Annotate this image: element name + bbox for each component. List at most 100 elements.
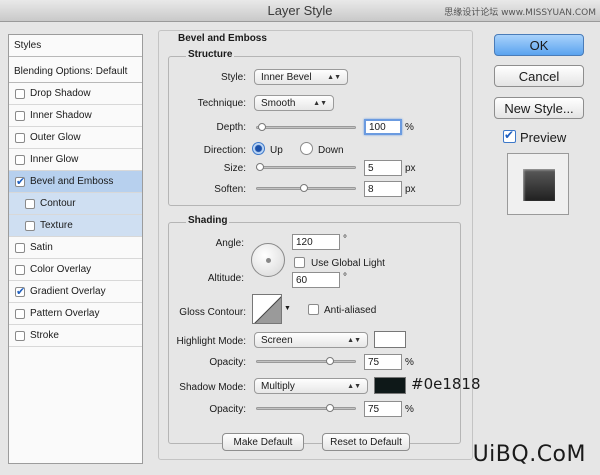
contour-curve-icon [254,296,281,323]
shadow-color-swatch[interactable] [374,377,406,394]
styles-header[interactable]: Styles [9,35,142,57]
direction-down-label[interactable]: Down [318,145,344,156]
style-item-label: Stroke [30,330,59,341]
blending-options-item[interactable]: Blending Options: Default [9,61,142,83]
soften-label: Soften: [214,184,246,195]
preview-thumbnail [507,153,569,215]
style-item-label: Inner Shadow [30,110,92,121]
depth-field[interactable]: 100 [364,119,402,135]
shadow-opacity-unit: % [405,404,414,415]
shadow-mode-popup[interactable]: Multiply ▲▼ [254,378,368,394]
highlight-opacity-thumb[interactable] [326,357,334,365]
style-item-checkbox[interactable] [15,88,25,99]
styles-list: Styles Blending Options: Default Drop Sh… [8,34,143,464]
new-style-button[interactable]: New Style... [494,97,584,119]
size-slider-thumb[interactable] [256,163,264,171]
shadow-opacity-slider[interactable] [256,407,356,410]
shadow-opacity-field[interactable]: 75 [364,401,402,417]
style-item-checkbox[interactable] [25,220,35,231]
highlight-opacity-slider[interactable] [256,360,356,363]
altitude-unit: ° [343,272,347,283]
updown-icon: ▲▼ [313,99,327,107]
angle-dial[interactable] [251,243,285,277]
angle-unit: ° [343,234,347,245]
depth-slider[interactable] [256,126,356,129]
highlight-mode-label: Highlight Mode: [176,336,246,347]
preview-swatch [523,169,555,201]
style-item-color-overlay[interactable]: Color Overlay [9,259,142,281]
structure-title: Structure [186,49,235,60]
style-item-gradient-overlay[interactable]: Gradient Overlay [9,281,142,303]
size-label: Size: [223,163,246,174]
style-item-label: Pattern Overlay [30,308,100,319]
style-item-stroke[interactable]: Stroke [9,325,142,347]
layer-style-dialog: Styles Blending Options: Default Drop Sh… [0,22,600,475]
style-label: Style: [220,72,246,83]
style-item-checkbox[interactable] [15,242,25,253]
style-item-checkbox[interactable] [15,285,25,298]
highlight-mode-value: Screen [261,334,293,346]
highlight-opacity-field[interactable]: 75 [364,354,402,370]
anti-aliased-label[interactable]: Anti-aliased [324,305,376,316]
reset-default-button[interactable]: Reset to Default [322,433,410,451]
highlight-color-swatch[interactable] [374,331,406,348]
size-field[interactable]: 5 [364,160,402,176]
preview-checkbox[interactable]: ✔ [503,128,516,143]
global-light-label[interactable]: Use Global Light [311,258,385,269]
style-item-pattern-overlay[interactable]: Pattern Overlay [9,303,142,325]
style-item-checkbox[interactable] [15,110,25,121]
direction-label: Direction: [203,145,246,156]
style-item-checkbox[interactable] [15,154,25,165]
style-item-bevel-and-emboss[interactable]: Bevel and Emboss [9,171,142,193]
style-item-checkbox[interactable] [15,175,25,188]
contour-dropdown-icon[interactable]: ▼ [284,305,291,312]
size-unit: px [405,163,416,174]
direction-up-radio[interactable] [252,142,265,155]
highlight-opacity-unit: % [405,357,414,368]
style-item-checkbox[interactable] [15,264,25,275]
altitude-label: Altitude: [207,273,244,284]
highlight-opacity-label: Opacity: [209,357,246,368]
style-item-satin[interactable]: Satin [9,237,142,259]
gloss-contour-label: Gloss Contour: [179,307,246,318]
site-logo: UiBQ.CoM [472,442,586,467]
shadow-opacity-thumb[interactable] [326,404,334,412]
shadow-opacity-label: Opacity: [209,404,246,415]
technique-popup[interactable]: Smooth ▲▼ [254,95,334,111]
anti-aliased-checkbox[interactable] [308,304,319,315]
highlight-mode-popup[interactable]: Screen ▲▼ [254,332,368,348]
preview-label[interactable]: Preview [520,130,566,145]
style-item-checkbox[interactable] [25,198,35,209]
depth-slider-thumb[interactable] [258,123,266,131]
global-light-checkbox[interactable] [294,257,305,268]
angle-field[interactable]: 120 [292,234,340,250]
make-default-button[interactable]: Make Default [222,433,304,451]
size-slider[interactable] [256,166,356,169]
cancel-button[interactable]: Cancel [494,65,584,87]
watermark: 思缘设计论坛 www.MISSYUAN.COM [444,8,596,18]
soften-slider-thumb[interactable] [300,184,308,192]
style-item-label: Bevel and Emboss [30,176,114,187]
style-item-checkbox[interactable] [15,330,25,341]
style-item-label: Inner Glow [30,154,79,165]
style-item-contour[interactable]: Contour [9,193,142,215]
style-item-checkbox[interactable] [15,308,25,319]
style-item-checkbox[interactable] [15,132,25,143]
altitude-field[interactable]: 60 [292,272,340,288]
soften-field[interactable]: 8 [364,181,402,197]
direction-down-radio[interactable] [300,142,313,155]
style-item-inner-shadow[interactable]: Inner Shadow [9,105,142,127]
style-item-texture[interactable]: Texture [9,215,142,237]
direction-up-label[interactable]: Up [270,145,283,156]
angle-label: Angle: [215,238,244,249]
style-item-inner-glow[interactable]: Inner Glow [9,149,142,171]
style-item-drop-shadow[interactable]: Drop Shadow [9,83,142,105]
ok-button[interactable]: OK [494,34,584,56]
depth-label: Depth: [216,122,246,133]
angle-dial-center [266,258,271,263]
style-popup[interactable]: Inner Bevel ▲▼ [254,69,348,85]
updown-icon: ▲▼ [327,73,341,81]
shadow-mode-value: Multiply [261,380,295,392]
gloss-contour-preview[interactable] [252,294,282,324]
style-item-outer-glow[interactable]: Outer Glow [9,127,142,149]
